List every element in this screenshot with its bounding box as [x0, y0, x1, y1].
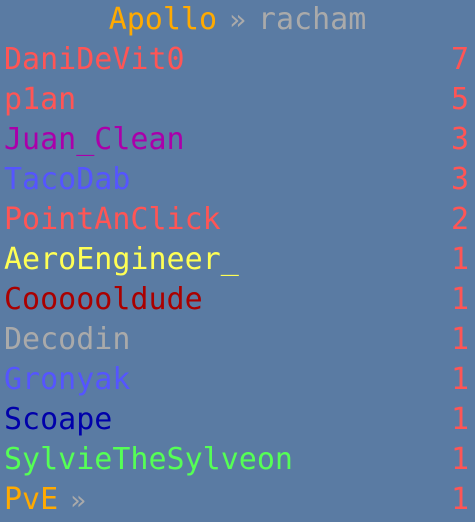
player-score: 3 [450, 122, 469, 157]
player-name: Coooooldude [4, 282, 203, 317]
player-name: p1an [4, 82, 77, 117]
scoreboard-rows: DaniDeVit0 7 p1an 5 Juan_Clean 3 TacoDab… [0, 40, 475, 520]
scoreboard-header: Apollo » racham [0, 0, 475, 40]
scoreboard-row: Gronyak 1 [0, 360, 475, 400]
scoreboard-row: Coooooldude 1 [0, 280, 475, 320]
player-score: 2 [450, 202, 469, 237]
player-name: AeroEngineer_ [4, 242, 239, 277]
player-score: 1 [450, 282, 469, 317]
scoreboard-row: PvE » 1 [0, 480, 475, 520]
player-score: 5 [450, 82, 469, 117]
scoreboard-row: DaniDeVit0 7 [0, 40, 475, 80]
header-separator: » [229, 3, 246, 36]
player-name-text: PvE [4, 482, 59, 517]
player-name: SylvieTheSylveon [4, 442, 293, 477]
scoreboard-row: Decodin 1 [0, 320, 475, 360]
player-name: Gronyak [4, 362, 131, 397]
scoreboard-row: PointAnClick 2 [0, 200, 475, 240]
player-name: PvE » [4, 480, 86, 521]
player-name: Scoape [4, 402, 113, 437]
player-score: 1 [450, 482, 469, 517]
scoreboard-row: Juan_Clean 3 [0, 120, 475, 160]
player-score: 1 [450, 402, 469, 437]
player-name-suffix: » [70, 486, 86, 516]
player-score: 1 [450, 442, 469, 477]
player-score: 3 [450, 162, 469, 197]
game-mode: racham [257, 2, 367, 37]
player-score: 7 [450, 42, 469, 77]
player-score: 1 [450, 322, 469, 357]
player-name: DaniDeVit0 [4, 42, 185, 77]
player-name: Decodin [4, 322, 131, 357]
scoreboard-row: TacoDab 3 [0, 160, 475, 200]
scoreboard-row: SylvieTheSylveon 1 [0, 440, 475, 480]
scoreboard-row: AeroEngineer_ 1 [0, 240, 475, 280]
scoreboard-row: Scoape 1 [0, 400, 475, 440]
player-name: PointAnClick [4, 202, 221, 237]
player-score: 1 [450, 362, 469, 397]
player-name: TacoDab [4, 162, 131, 197]
player-score: 1 [450, 242, 469, 277]
server-name: Apollo [108, 2, 218, 37]
scoreboard-row: p1an 5 [0, 80, 475, 120]
scoreboard: Apollo » racham DaniDeVit0 7 p1an 5 Juan… [0, 0, 475, 522]
player-name: Juan_Clean [4, 122, 185, 157]
